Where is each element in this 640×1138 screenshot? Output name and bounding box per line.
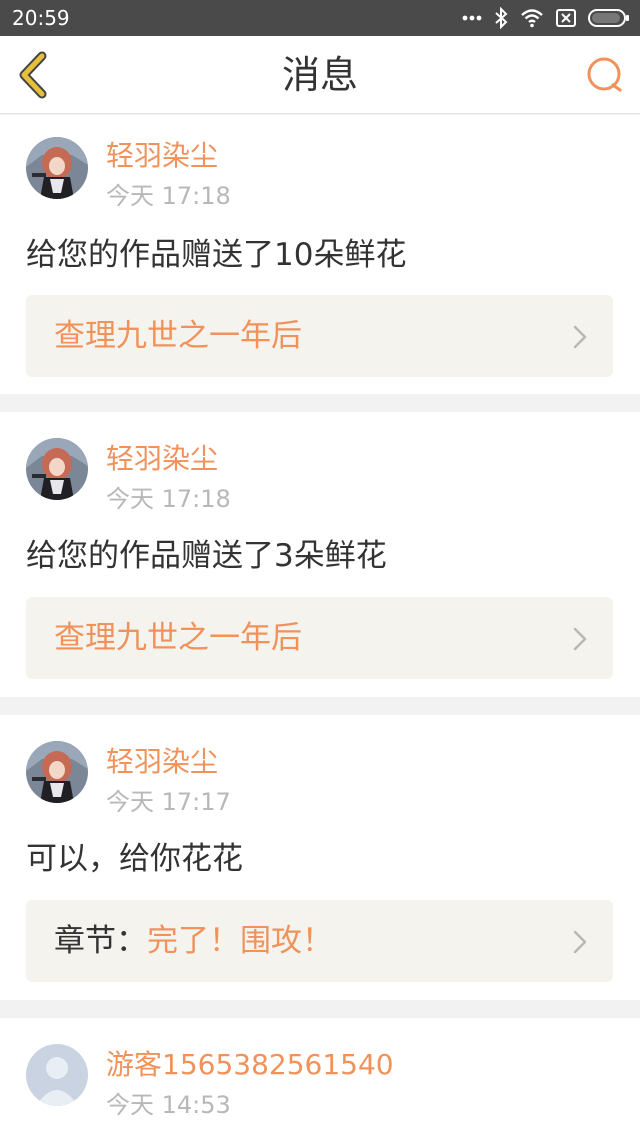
- message-text: 给您的作品赠送了3朵鲜花: [26, 538, 387, 574]
- message-text: 可以，给你花花: [26, 841, 243, 877]
- message-card: 轻羽染尘 今天 17:17 可以，给你花花 章节：完了！围攻！: [0, 715, 640, 1000]
- chapter-label: 章节：完了！围攻！: [54, 920, 333, 962]
- chapter-prefix: 章节：: [54, 923, 147, 959]
- status-bar: 20:59: [0, 0, 640, 36]
- status-icons: [462, 5, 630, 31]
- work-title: 查理九世之一年后: [54, 318, 302, 354]
- bluetooth-icon: [495, 7, 508, 29]
- message-text: 给您的作品赠送了10朵鲜花: [26, 237, 407, 273]
- dots-icon: [462, 15, 482, 21]
- chapter-title: 完了！围攻！: [147, 923, 333, 959]
- avatar[interactable]: [26, 741, 88, 803]
- avatar[interactable]: [26, 137, 88, 199]
- header: 消息: [0, 36, 640, 114]
- chapter-link[interactable]: 章节：完了！围攻！: [26, 900, 613, 982]
- search-button[interactable]: [584, 54, 626, 96]
- anime-avatar-icon: [26, 741, 88, 803]
- default-user-avatar-icon: [26, 1044, 88, 1106]
- message-card: 轻羽染尘 今天 17:18 给您的作品赠送了10朵鲜花 查理九世之一年后: [0, 115, 640, 394]
- chevron-right-icon: [573, 325, 587, 349]
- user-name[interactable]: 轻羽染尘: [106, 139, 218, 173]
- no-sim-icon: [556, 9, 576, 27]
- anime-avatar-icon: [26, 137, 88, 199]
- page-title: 消息: [281, 53, 358, 97]
- message-time: 今天 17:17: [106, 788, 231, 816]
- anime-avatar-icon: [26, 438, 88, 500]
- status-time: 20:59: [12, 6, 70, 30]
- battery-icon: [588, 9, 629, 27]
- work-link[interactable]: 查理九世之一年后: [26, 295, 613, 377]
- user-name[interactable]: 轻羽染尘: [106, 442, 218, 476]
- user-name[interactable]: 轻羽染尘: [106, 745, 218, 779]
- chevron-right-icon: [573, 930, 587, 954]
- wifi-icon: [521, 9, 543, 28]
- avatar[interactable]: [26, 1044, 88, 1106]
- work-title: 查理九世之一年后: [54, 620, 302, 656]
- chevron-right-icon: [573, 627, 587, 651]
- message-time: 今天 17:18: [106, 182, 231, 210]
- message-card: 游客1565382561540 今天 14:53: [0, 1018, 640, 1138]
- message-time: 今天 14:53: [106, 1091, 231, 1119]
- search-icon: [587, 57, 622, 92]
- avatar[interactable]: [26, 438, 88, 500]
- message-time: 今天 17:18: [106, 485, 231, 513]
- user-name[interactable]: 游客1565382561540: [106, 1048, 394, 1082]
- work-link[interactable]: 查理九世之一年后: [26, 597, 613, 679]
- message-card: 轻羽染尘 今天 17:18 给您的作品赠送了3朵鲜花 查理九世之一年后: [0, 412, 640, 697]
